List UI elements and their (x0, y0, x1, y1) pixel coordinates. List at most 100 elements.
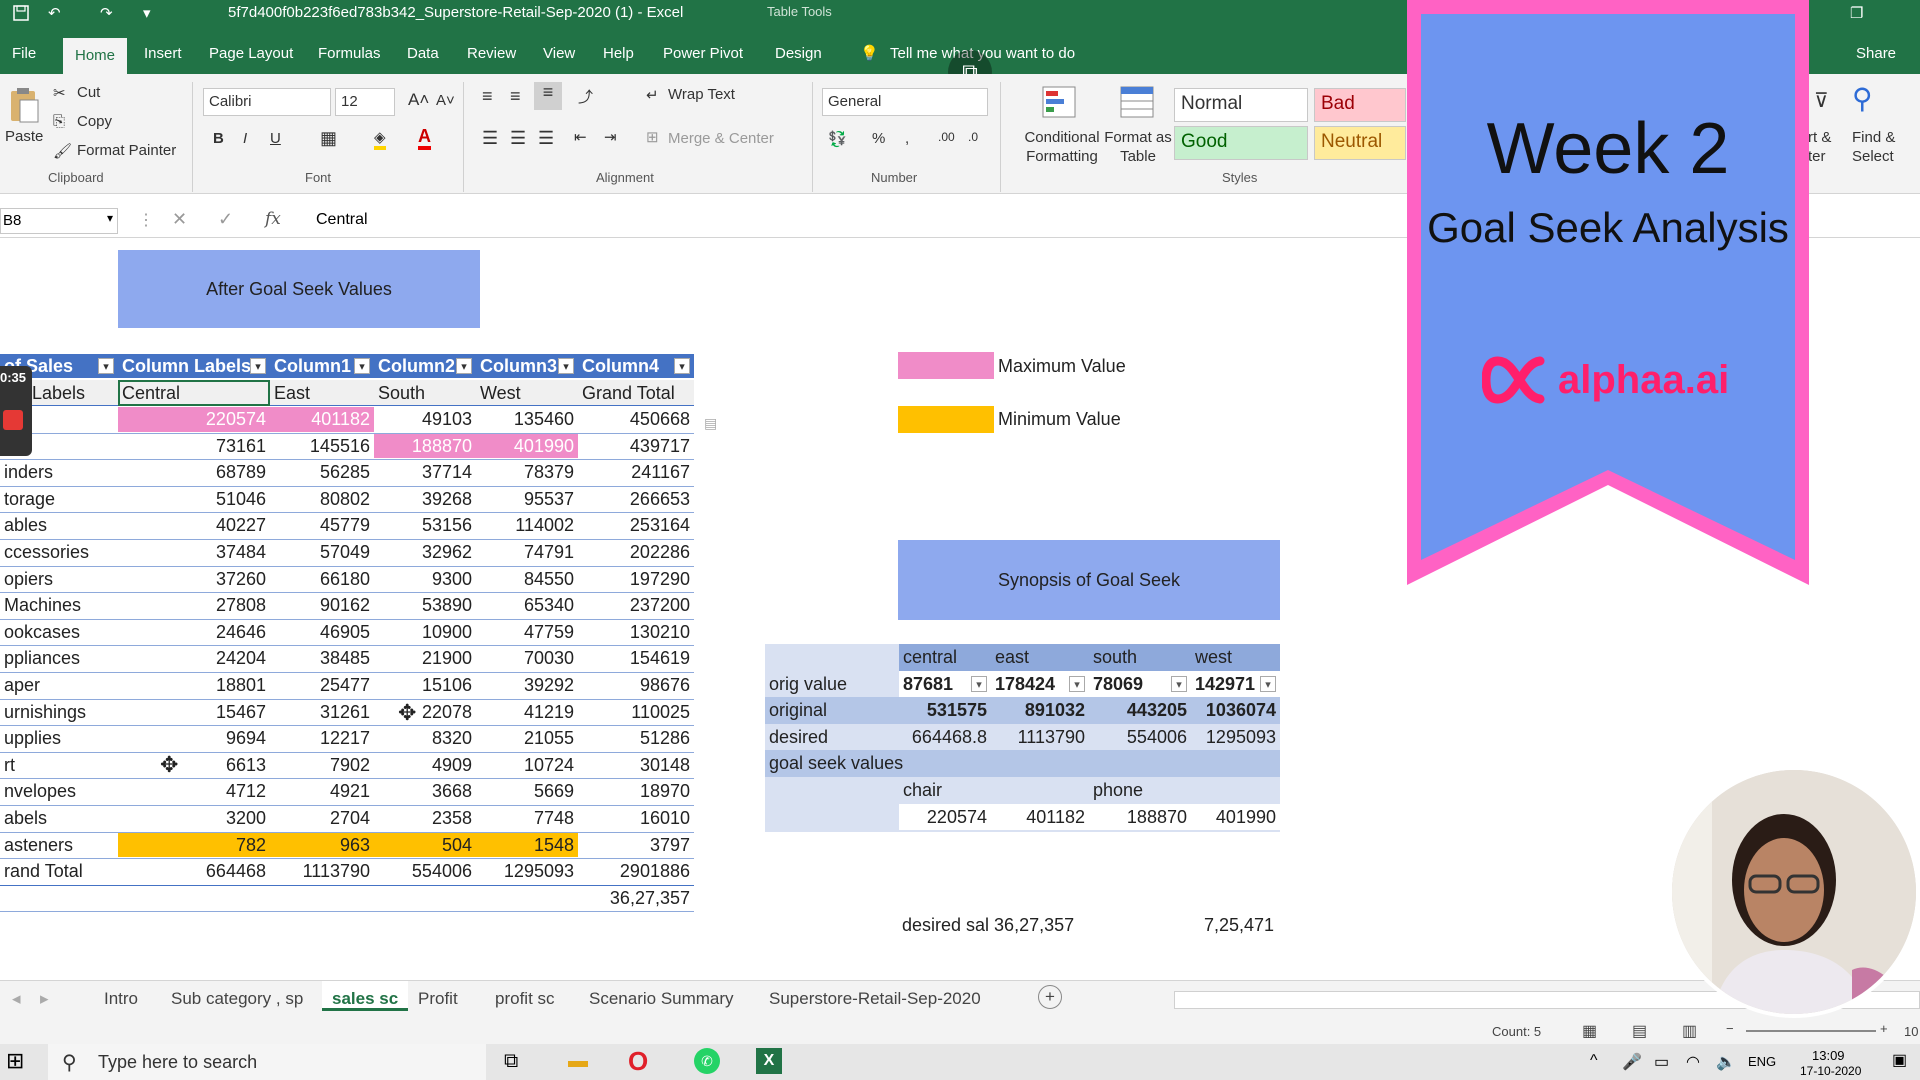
table-cell[interactable]: 95537 (476, 486, 574, 512)
tab-data[interactable]: Data (407, 44, 439, 74)
cut-icon[interactable]: ✂ (53, 84, 66, 102)
region-header[interactable]: east (995, 644, 1029, 670)
region-header[interactable]: central (903, 644, 957, 670)
table-cell[interactable]: 68789 (118, 459, 266, 485)
pivot-column-label[interactable]: West (480, 380, 574, 406)
chair-label[interactable]: chair (903, 777, 942, 803)
row-label[interactable]: asteners (4, 832, 114, 858)
name-box[interactable]: B8 ▾ (0, 208, 118, 234)
battery-icon[interactable]: ▭ (1654, 1052, 1669, 1072)
table-cell[interactable]: 24204 (118, 645, 266, 671)
format-painter-icon[interactable]: 🖌 (53, 142, 72, 160)
table-cell[interactable]: 7902 (270, 752, 370, 778)
restore-icon[interactable]: ❐ (1850, 4, 1863, 22)
table-cell[interactable]: 401182 (270, 406, 370, 432)
redo-icon[interactable]: ↷ (100, 4, 113, 22)
fill-color-icon[interactable]: ◈ (374, 128, 386, 150)
original-cell[interactable]: 531575 (899, 697, 987, 723)
wrap-text-button[interactable]: Wrap Text (668, 86, 735, 103)
find-select-button[interactable]: Find & Select (1852, 128, 1912, 166)
tab-file[interactable]: File (12, 44, 36, 74)
formula-content[interactable]: Central (316, 211, 368, 229)
tab-home[interactable]: Home (63, 38, 128, 74)
table-cell[interactable]: 1548 (476, 832, 574, 858)
row-label[interactable]: ccessories (4, 539, 114, 565)
table-cell[interactable]: 135460 (476, 406, 574, 432)
sheet-tab-intro[interactable]: Intro (104, 989, 138, 1009)
font-color-icon[interactable]: A (418, 126, 431, 150)
original-cell[interactable]: 1036074 (1191, 697, 1276, 723)
paste-icon[interactable] (8, 86, 40, 128)
tab-help[interactable]: Help (603, 44, 634, 74)
whatsapp-icon[interactable]: ✆ (694, 1048, 720, 1074)
table-cell[interactable]: 22078 (374, 699, 472, 725)
tab-insert[interactable]: Insert (144, 44, 182, 74)
table-cell[interactable]: 9300 (374, 566, 472, 592)
table-cell[interactable]: 21055 (476, 725, 574, 751)
row-label[interactable]: rt (4, 752, 114, 778)
pivot-header-cell[interactable]: Column Labels (122, 353, 250, 379)
table-cell[interactable]: 110025 (578, 699, 690, 725)
dropdown-icon[interactable]: ▾ (971, 675, 987, 692)
goal-seek-cell[interactable]: 401182 (991, 804, 1085, 830)
currency-icon[interactable]: 💱 (828, 130, 847, 148)
row-label[interactable]: ppliances (4, 645, 114, 671)
table-cell[interactable]: 450668 (578, 406, 690, 432)
table-cell[interactable]: 30148 (578, 752, 690, 778)
sheet-tab-sales-sc[interactable]: sales sc (322, 981, 409, 1011)
sheet-tab-superstore[interactable]: Superstore-Retail-Sep-2020 (769, 989, 981, 1009)
language-indicator[interactable]: ENG (1748, 1054, 1776, 1069)
table-cell[interactable]: 15467 (118, 699, 266, 725)
table-cell[interactable]: 78379 (476, 459, 574, 485)
synopsis-table[interactable]: central east south west orig value 87681 ▾ 1784… (765, 644, 1280, 832)
style-good[interactable]: Good (1174, 126, 1308, 160)
table-cell[interactable]: 51286 (578, 725, 690, 751)
page-layout-view-icon[interactable]: ▤ (1632, 1021, 1647, 1041)
filter-dropdown-icon[interactable]: ▾ (250, 358, 266, 374)
table-cell[interactable]: 241167 (578, 459, 690, 485)
table-cell[interactable]: 3668 (374, 778, 472, 804)
filter-dropdown-icon[interactable]: ▾ (558, 358, 574, 374)
decrease-decimal-icon[interactable]: .0 (968, 130, 978, 144)
table-cell[interactable]: 154619 (578, 645, 690, 671)
font-name-select[interactable]: Calibri (203, 88, 331, 116)
normal-view-icon[interactable]: ▦ (1582, 1021, 1597, 1041)
pivot-header-cell[interactable]: Column1 (274, 353, 354, 379)
merge-icon[interactable]: ⊞ (646, 128, 659, 146)
stop-record-icon[interactable] (3, 410, 23, 430)
table-cell[interactable]: 4921 (270, 778, 370, 804)
table-cell[interactable]: 27808 (118, 592, 266, 618)
region-header[interactable]: west (1195, 644, 1232, 670)
sort-filter-button[interactable]: rt & ter (1808, 128, 1848, 166)
notification-icon[interactable]: ▣ (1892, 1050, 1907, 1070)
original-label[interactable]: original (769, 697, 827, 723)
undo-icon[interactable]: ↶ (48, 4, 61, 22)
font-size-select[interactable]: 12 (335, 88, 395, 116)
table-cell[interactable]: 21900 (374, 645, 472, 671)
underline-icon[interactable]: U (270, 130, 281, 147)
clock-time[interactable]: 13:09 (1812, 1048, 1845, 1063)
align-bottom-icon[interactable]: ≡ (534, 82, 562, 110)
share-button[interactable]: Share (1856, 44, 1896, 74)
row-label[interactable]: inders (4, 459, 114, 485)
table-cell[interactable]: 197290 (578, 566, 690, 592)
volume-icon[interactable]: 🔈 (1716, 1052, 1736, 1072)
zoom-level[interactable]: 10 (1904, 1024, 1918, 1039)
orig-value-cell[interactable]: 142971 (1195, 671, 1255, 697)
row-label[interactable]: upplies (4, 725, 114, 751)
task-view-icon[interactable]: ⧉ (504, 1050, 518, 1073)
table-cell[interactable]: 5669 (476, 778, 574, 804)
windows-start-icon[interactable]: ⊞ (6, 1048, 24, 1074)
tab-page-layout[interactable]: Page Layout (209, 44, 293, 74)
table-cell[interactable]: 114002 (476, 512, 574, 538)
orig-value-label[interactable]: orig value (769, 671, 847, 697)
pivot-table[interactable]: of Sales ▾ Column Labels ▾ Column1 ▾ Column2 ▾ C… (0, 354, 696, 914)
row-label[interactable]: Machines (4, 592, 114, 618)
pivot-column-label[interactable]: East (274, 380, 370, 406)
table-cell[interactable]: 2901886 (578, 858, 690, 884)
align-center-icon[interactable]: ☰ (510, 128, 526, 149)
table-cell[interactable]: 4712 (118, 778, 266, 804)
filter-dropdown-icon[interactable]: ▾ (456, 358, 472, 374)
table-cell[interactable]: 10724 (476, 752, 574, 778)
table-cell[interactable]: 25477 (270, 672, 370, 698)
